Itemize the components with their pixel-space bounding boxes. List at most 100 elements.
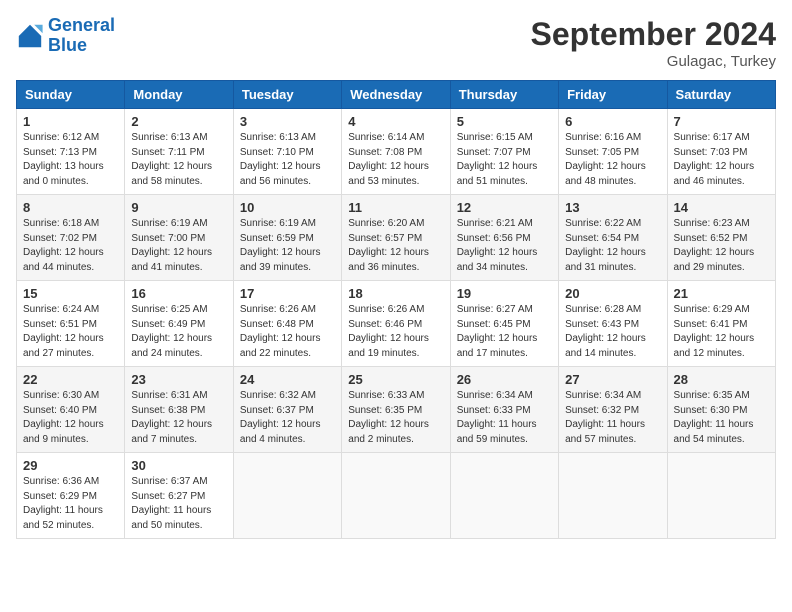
calendar-cell: 3 Sunrise: 6:13 AM Sunset: 7:10 PM Daylig…	[233, 109, 341, 195]
calendar-cell: 21Sunrise: 6:29 AM Sunset: 6:41 PM Dayli…	[667, 281, 775, 367]
calendar-cell: 27 Sunrise: 6:34 AM Sunset: 6:32 PM Dayli…	[559, 367, 667, 453]
day-info: Sunrise: 6:34 AM Sunset: 6:33 PM Dayligh…	[457, 389, 552, 447]
weekday-header-saturday: Saturday	[667, 81, 775, 109]
calendar-cell: 19 Sunrise: 6:27 AM Sunset: 6:45 PM Dayli…	[450, 281, 558, 367]
calendar-cell: 29 Sunrise: 6:36 AM Sunset: 6:29 PM Dayli…	[17, 453, 125, 539]
calendar-table: SundayMondayTuesdayWednesdayThursdayFrid…	[16, 80, 776, 539]
day-number: 27	[565, 372, 660, 387]
logo: General Blue	[16, 16, 115, 56]
month-title: September 2024	[531, 16, 776, 53]
day-number: 26	[457, 372, 552, 387]
day-number: 5	[457, 114, 552, 129]
day-info: Sunrise: 6:16 AM Sunset: 7:05 PM Dayligh…	[565, 131, 660, 189]
calendar-cell: 7 Sunrise: 6:17 AM Sunset: 7:03 PM Daylig…	[667, 109, 775, 195]
day-info: Sunrise: 6:13 AM Sunset: 7:11 PM Dayligh…	[131, 131, 226, 189]
weekday-header-friday: Friday	[559, 81, 667, 109]
day-number: 11	[348, 200, 443, 215]
day-number: 17	[240, 286, 335, 301]
day-info: Sunrise: 6:27 AM Sunset: 6:45 PM Dayligh…	[457, 303, 552, 361]
day-info: Sunrise: 6:36 AM Sunset: 6:29 PM Dayligh…	[23, 475, 118, 533]
title-area: September 2024 Gulagac, Turkey	[531, 16, 776, 70]
calendar-cell: 20 Sunrise: 6:28 AM Sunset: 6:43 PM Dayli…	[559, 281, 667, 367]
day-info: Sunrise: 6:19 AM Sunset: 7:00 PM Dayligh…	[131, 217, 226, 275]
day-number: 9	[131, 200, 226, 215]
day-info: Sunrise: 6:26 AM Sunset: 6:48 PM Dayligh…	[240, 303, 335, 361]
day-number: 12	[457, 200, 552, 215]
day-number: 14	[674, 200, 769, 215]
calendar-cell	[667, 453, 775, 539]
weekday-header-monday: Monday	[125, 81, 233, 109]
calendar-cell: 5Sunrise: 6:15 AM Sunset: 7:07 PM Daylig…	[450, 109, 558, 195]
day-number: 15	[23, 286, 118, 301]
page-header: General Blue September 2024 Gulagac, Tur…	[16, 16, 776, 70]
day-number: 25	[348, 372, 443, 387]
day-number: 13	[565, 200, 660, 215]
location: Gulagac, Turkey	[531, 53, 776, 70]
weekday-header-sunday: Sunday	[17, 81, 125, 109]
day-info: Sunrise: 6:25 AM Sunset: 6:49 PM Dayligh…	[131, 303, 226, 361]
calendar-cell: 8Sunrise: 6:18 AM Sunset: 7:02 PM Daylig…	[17, 195, 125, 281]
day-info: Sunrise: 6:26 AM Sunset: 6:46 PM Dayligh…	[348, 303, 443, 361]
calendar-cell: 9 Sunrise: 6:19 AM Sunset: 7:00 PM Daylig…	[125, 195, 233, 281]
day-number: 28	[674, 372, 769, 387]
logo-icon	[16, 22, 44, 50]
calendar-cell: 16 Sunrise: 6:25 AM Sunset: 6:49 PM Dayli…	[125, 281, 233, 367]
day-info: Sunrise: 6:14 AM Sunset: 7:08 PM Dayligh…	[348, 131, 443, 189]
day-info: Sunrise: 6:31 AM Sunset: 6:38 PM Dayligh…	[131, 389, 226, 447]
day-number: 20	[565, 286, 660, 301]
day-info: Sunrise: 6:37 AM Sunset: 6:27 PM Dayligh…	[131, 475, 226, 533]
day-number: 19	[457, 286, 552, 301]
calendar-cell: 18 Sunrise: 6:26 AM Sunset: 6:46 PM Dayli…	[342, 281, 450, 367]
calendar-cell: 11 Sunrise: 6:20 AM Sunset: 6:57 PM Dayli…	[342, 195, 450, 281]
day-info: Sunrise: 6:19 AM Sunset: 6:59 PM Dayligh…	[240, 217, 335, 275]
calendar-cell: 26 Sunrise: 6:34 AM Sunset: 6:33 PM Dayli…	[450, 367, 558, 453]
logo-text: General Blue	[48, 16, 115, 56]
day-number: 6	[565, 114, 660, 129]
weekday-header-wednesday: Wednesday	[342, 81, 450, 109]
day-info: Sunrise: 6:21 AM Sunset: 6:56 PM Dayligh…	[457, 217, 552, 275]
day-number: 7	[674, 114, 769, 129]
day-number: 29	[23, 458, 118, 473]
day-number: 24	[240, 372, 335, 387]
day-number: 16	[131, 286, 226, 301]
calendar-cell: 30 Sunrise: 6:37 AM Sunset: 6:27 PM Dayli…	[125, 453, 233, 539]
weekday-header-tuesday: Tuesday	[233, 81, 341, 109]
calendar-cell: 2 Sunrise: 6:13 AM Sunset: 7:11 PM Daylig…	[125, 109, 233, 195]
day-number: 8	[23, 200, 118, 215]
day-number: 23	[131, 372, 226, 387]
calendar-cell: 14 Sunrise: 6:23 AM Sunset: 6:52 PM Dayli…	[667, 195, 775, 281]
day-number: 1	[23, 114, 118, 129]
calendar-cell: 17 Sunrise: 6:26 AM Sunset: 6:48 PM Dayli…	[233, 281, 341, 367]
calendar-cell: 13 Sunrise: 6:22 AM Sunset: 6:54 PM Dayli…	[559, 195, 667, 281]
day-info: Sunrise: 6:12 AM Sunset: 7:13 PM Dayligh…	[23, 131, 118, 189]
calendar-cell: 25Sunrise: 6:33 AM Sunset: 6:35 PM Dayli…	[342, 367, 450, 453]
day-info: Sunrise: 6:24 AM Sunset: 6:51 PM Dayligh…	[23, 303, 118, 361]
calendar-cell: 28 Sunrise: 6:35 AM Sunset: 6:30 PM Dayli…	[667, 367, 775, 453]
calendar-cell	[559, 453, 667, 539]
calendar-cell	[233, 453, 341, 539]
calendar-cell: 24Sunrise: 6:32 AM Sunset: 6:37 PM Dayli…	[233, 367, 341, 453]
day-info: Sunrise: 6:17 AM Sunset: 7:03 PM Dayligh…	[674, 131, 769, 189]
calendar-cell: 15 Sunrise: 6:24 AM Sunset: 6:51 PM Dayli…	[17, 281, 125, 367]
day-info: Sunrise: 6:35 AM Sunset: 6:30 PM Dayligh…	[674, 389, 769, 447]
day-info: Sunrise: 6:34 AM Sunset: 6:32 PM Dayligh…	[565, 389, 660, 447]
day-info: Sunrise: 6:23 AM Sunset: 6:52 PM Dayligh…	[674, 217, 769, 275]
day-number: 4	[348, 114, 443, 129]
day-info: Sunrise: 6:13 AM Sunset: 7:10 PM Dayligh…	[240, 131, 335, 189]
day-number: 22	[23, 372, 118, 387]
calendar-cell: 4 Sunrise: 6:14 AM Sunset: 7:08 PM Daylig…	[342, 109, 450, 195]
day-number: 3	[240, 114, 335, 129]
day-info: Sunrise: 6:28 AM Sunset: 6:43 PM Dayligh…	[565, 303, 660, 361]
calendar-cell	[450, 453, 558, 539]
day-number: 2	[131, 114, 226, 129]
calendar-cell: 22Sunrise: 6:30 AM Sunset: 6:40 PM Dayli…	[17, 367, 125, 453]
calendar-cell: 1 Sunrise: 6:12 AM Sunset: 7:13 PM Daylig…	[17, 109, 125, 195]
calendar-cell: 6 Sunrise: 6:16 AM Sunset: 7:05 PM Daylig…	[559, 109, 667, 195]
day-info: Sunrise: 6:22 AM Sunset: 6:54 PM Dayligh…	[565, 217, 660, 275]
day-info: Sunrise: 6:20 AM Sunset: 6:57 PM Dayligh…	[348, 217, 443, 275]
day-info: Sunrise: 6:29 AM Sunset: 6:41 PM Dayligh…	[674, 303, 769, 361]
day-number: 18	[348, 286, 443, 301]
day-number: 10	[240, 200, 335, 215]
calendar-cell: 10 Sunrise: 6:19 AM Sunset: 6:59 PM Dayli…	[233, 195, 341, 281]
day-number: 30	[131, 458, 226, 473]
